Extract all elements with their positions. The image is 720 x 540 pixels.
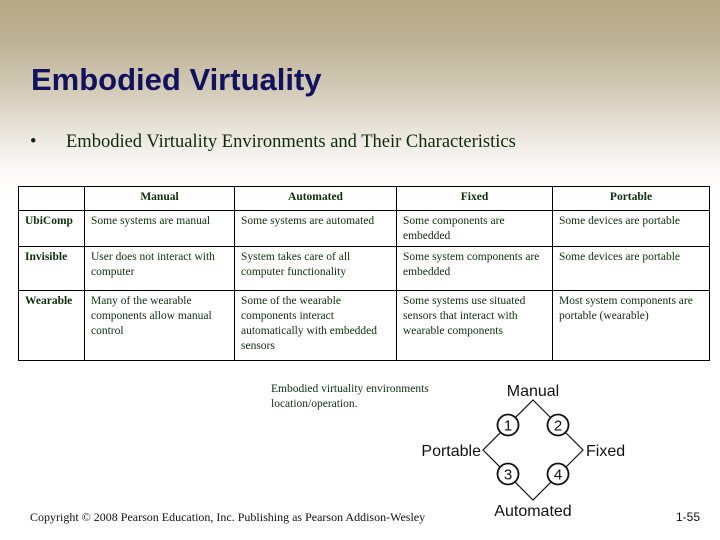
table-row: UbiComp Some systems are manual Some sys… bbox=[18, 210, 710, 247]
table-cell: Many of the wearable components allow ma… bbox=[84, 290, 235, 361]
table-header-manual: Manual bbox=[84, 186, 235, 211]
table-header-automated: Automated bbox=[234, 186, 397, 211]
environment-diagram: 1 2 3 4 Manual Portable Fixed Automated bbox=[421, 383, 625, 520]
node-1-label: 1 bbox=[504, 418, 512, 435]
node-3-label: 3 bbox=[504, 467, 512, 484]
node-2: 2 bbox=[546, 413, 570, 437]
bullet-icon: • bbox=[30, 132, 37, 152]
label-portable: Portable bbox=[421, 443, 481, 460]
table-header-portable: Portable bbox=[552, 186, 710, 211]
node-1: 1 bbox=[496, 413, 520, 437]
table-cell: Most system components are portable (wea… bbox=[552, 290, 710, 361]
label-fixed: Fixed bbox=[586, 443, 625, 460]
table-cell: User does not interact with computer bbox=[84, 246, 235, 291]
table-row: Wearable Many of the wearable components… bbox=[18, 290, 710, 361]
node-3: 3 bbox=[496, 462, 520, 486]
node-2-label: 2 bbox=[554, 418, 562, 435]
table-cell: Some system components are embedded bbox=[396, 246, 553, 291]
node-4-label: 4 bbox=[554, 467, 562, 484]
table-header-fixed: Fixed bbox=[396, 186, 553, 211]
bullet-text: Embodied Virtuality Environments and The… bbox=[66, 132, 516, 152]
label-automated: Automated bbox=[494, 503, 571, 520]
diamond-outline bbox=[482, 399, 584, 501]
node-4: 4 bbox=[546, 462, 570, 486]
table-cell: Some systems are automated bbox=[234, 210, 397, 247]
table-cell: Some systems are manual bbox=[84, 210, 235, 247]
slide-title: Embodied Virtuality bbox=[31, 62, 322, 97]
page-number: 1-55 bbox=[676, 510, 701, 524]
row-label: Wearable bbox=[18, 290, 85, 361]
table-cell: Some of the wearable components interact… bbox=[234, 290, 397, 361]
table-header-corner bbox=[18, 186, 85, 211]
row-label: UbiComp bbox=[18, 210, 85, 247]
row-label: Invisible bbox=[18, 246, 85, 291]
table-header-row: Manual Automated Fixed Portable bbox=[18, 186, 710, 211]
copyright-footer: Copyright © 2008 Pearson Education, Inc.… bbox=[30, 510, 426, 524]
table-row: Invisible User does not interact with co… bbox=[18, 246, 710, 291]
table-cell: System takes care of all computer functi… bbox=[234, 246, 397, 291]
table-cell: Some systems use situated sensors that i… bbox=[396, 290, 553, 361]
table-cell: Some devices are portable bbox=[552, 210, 710, 247]
table-cell: Some components are embedded bbox=[396, 210, 553, 247]
table-cell: Some devices are portable bbox=[552, 246, 710, 291]
label-manual: Manual bbox=[507, 383, 559, 400]
characteristics-table: Manual Automated Fixed Portable UbiComp … bbox=[18, 186, 710, 361]
